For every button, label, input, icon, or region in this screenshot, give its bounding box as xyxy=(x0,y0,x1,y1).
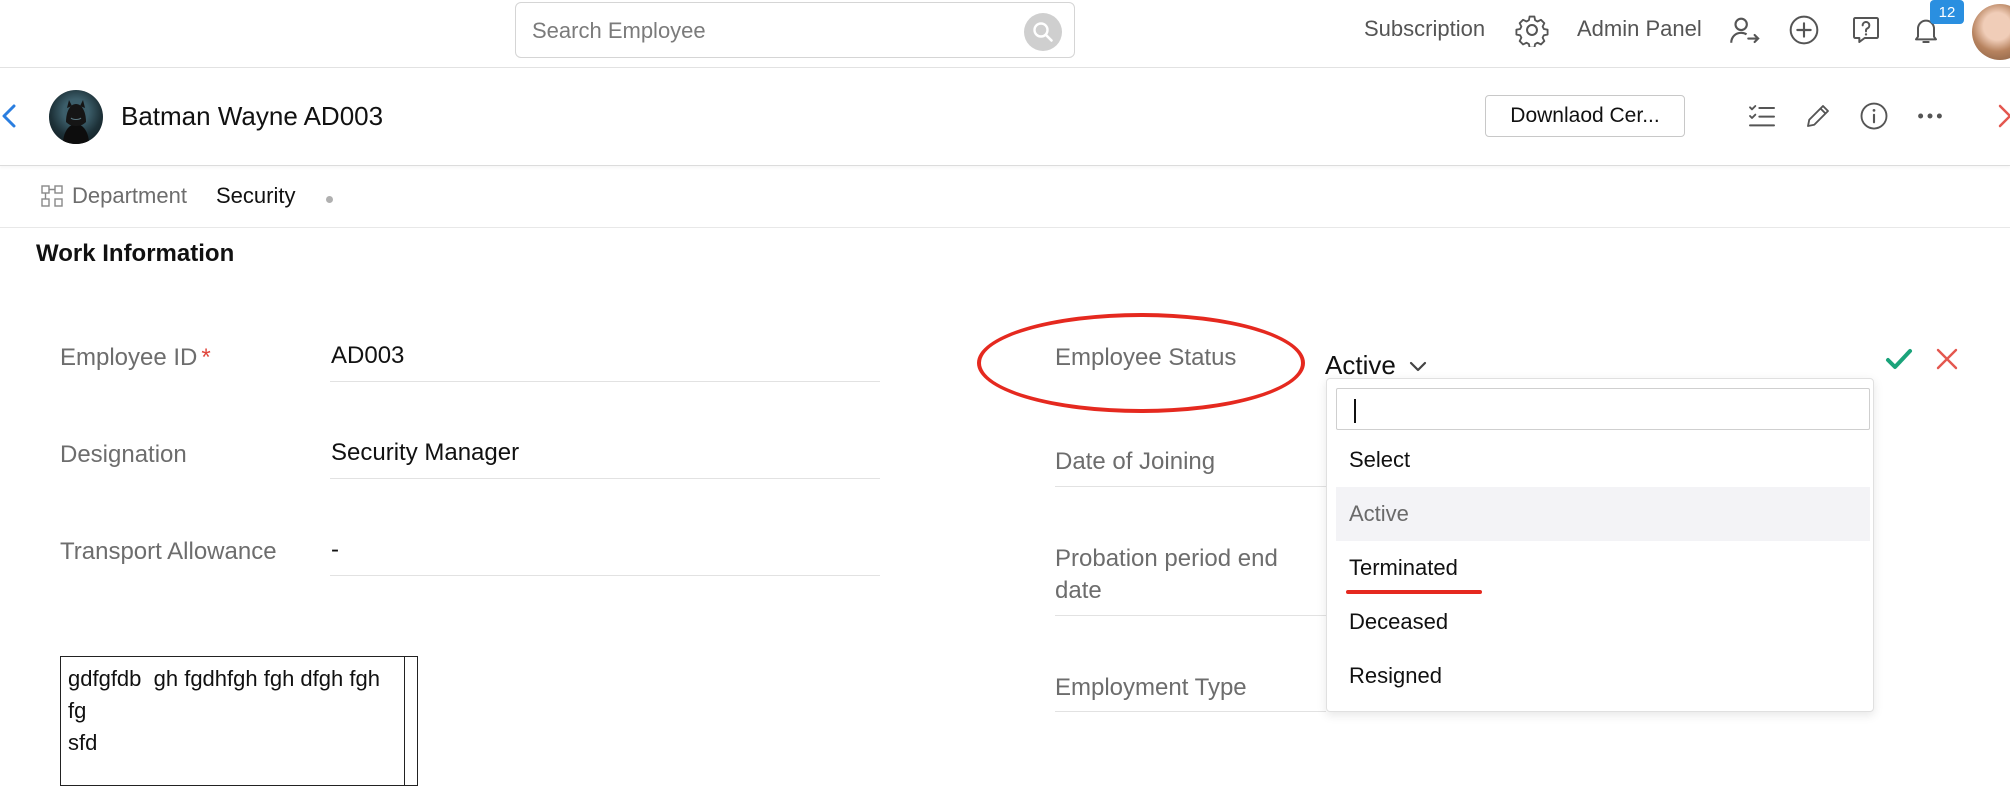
gear-icon xyxy=(1515,15,1549,47)
employee-name: Batman Wayne AD003 xyxy=(121,101,384,131)
next-button[interactable] xyxy=(1994,98,2010,134)
edit-button[interactable] xyxy=(1798,96,1838,136)
employment-type-label: Employment Type xyxy=(1055,674,1247,701)
info-button[interactable] xyxy=(1854,96,1894,136)
chevron-left-icon xyxy=(2,104,16,128)
notification-badge: 12 xyxy=(1930,0,1964,24)
field-underline xyxy=(1055,615,1326,616)
dropdown-option-deceased[interactable]: Deceased xyxy=(1336,595,1870,649)
employee-id-value: AD003 xyxy=(331,342,405,369)
confirm-button[interactable] xyxy=(1882,342,1916,376)
dropdown-option-resigned[interactable]: Resigned xyxy=(1336,649,1870,703)
probation-end-date-label: Probation period end date xyxy=(1055,545,1278,604)
plus-circle-icon xyxy=(1789,15,1819,45)
employee-header: Batman Wayne AD003 Downlaod Cer... xyxy=(0,68,2010,166)
search-box xyxy=(515,2,1075,58)
help-icon xyxy=(1853,17,1879,43)
avatar-image xyxy=(63,100,89,144)
employee-id-label: Employee ID * xyxy=(60,344,211,371)
top-bar: Subscription Admin Panel 1 xyxy=(0,0,2010,68)
field-underline xyxy=(1055,711,1326,712)
notes-line: sfd xyxy=(68,730,98,755)
separator-dot xyxy=(326,196,333,203)
section-title: Work Information xyxy=(36,240,235,267)
chevron-down-icon xyxy=(1409,361,1426,371)
close-icon xyxy=(1936,348,1958,370)
employee-status-select[interactable]: Active xyxy=(1325,350,1428,381)
switch-user-button[interactable] xyxy=(1726,12,1762,48)
checklist-icon xyxy=(1749,105,1775,127)
text-caret xyxy=(1354,399,1356,423)
search-input[interactable] xyxy=(532,15,1002,47)
chevron-right-icon xyxy=(1998,104,2010,128)
status-selected-value: Active xyxy=(1325,350,1396,380)
more-horizontal-icon xyxy=(1918,113,1942,119)
cancel-button[interactable] xyxy=(1932,344,1962,374)
dropdown-option-select[interactable]: Select xyxy=(1336,433,1870,487)
subscription-link[interactable]: Subscription xyxy=(1364,16,1485,42)
pencil-icon xyxy=(1807,105,1829,127)
required-marker: * xyxy=(201,344,211,371)
notes-textarea[interactable]: gdfgfdb gh fgdhfgh fgh dfgh fgh fg sfd xyxy=(60,656,418,786)
employee-status-label: Employee Status xyxy=(1055,344,1237,371)
textarea-scroll-rail xyxy=(404,657,405,785)
designation-label: Designation xyxy=(60,441,187,468)
download-certificate-button[interactable]: Downlaod Cer... xyxy=(1485,95,1685,137)
user-avatar[interactable] xyxy=(1972,4,2010,60)
notes-line: fg xyxy=(68,698,87,723)
notes-line: gdfgfdb gh fgdhfgh fgh dfgh fgh xyxy=(68,666,380,691)
checkmark-icon xyxy=(1886,349,1912,369)
department-row: Department Security xyxy=(0,166,2010,228)
dropdown-search-input[interactable] xyxy=(1336,388,1870,430)
admin-panel-link[interactable]: Admin Panel xyxy=(1577,16,1702,42)
info-icon xyxy=(1860,102,1888,130)
add-button[interactable] xyxy=(1786,12,1822,48)
back-button[interactable] xyxy=(0,98,22,134)
user-switch-icon xyxy=(1730,17,1760,44)
help-button[interactable] xyxy=(1848,12,1884,48)
dropdown-option-terminated[interactable]: Terminated xyxy=(1336,541,1870,595)
dropdown-option-active[interactable]: Active xyxy=(1336,487,1870,541)
department-label: Department xyxy=(72,183,187,208)
designation-value: Security Manager xyxy=(331,439,520,466)
department-value[interactable]: Security xyxy=(216,183,295,209)
status-dropdown: Select Active Terminated Deceased Resign… xyxy=(1326,378,1874,712)
employee-avatar xyxy=(49,90,103,144)
field-underline xyxy=(330,381,880,382)
checklist-button[interactable] xyxy=(1742,96,1782,136)
settings-button[interactable] xyxy=(1514,12,1550,48)
transport-allowance-value: - xyxy=(331,536,339,563)
date-of-joining-label: Date of Joining xyxy=(1055,448,1216,475)
field-underline xyxy=(1055,486,1326,487)
more-options-button[interactable] xyxy=(1910,96,1950,136)
field-underline xyxy=(330,575,880,576)
transport-allowance-label: Transport Allowance xyxy=(60,538,277,565)
annotation-underline xyxy=(1346,590,1482,594)
search-button[interactable] xyxy=(1024,13,1062,51)
search-icon xyxy=(1033,22,1053,42)
field-underline xyxy=(330,478,880,479)
hierarchy-icon xyxy=(41,185,63,207)
